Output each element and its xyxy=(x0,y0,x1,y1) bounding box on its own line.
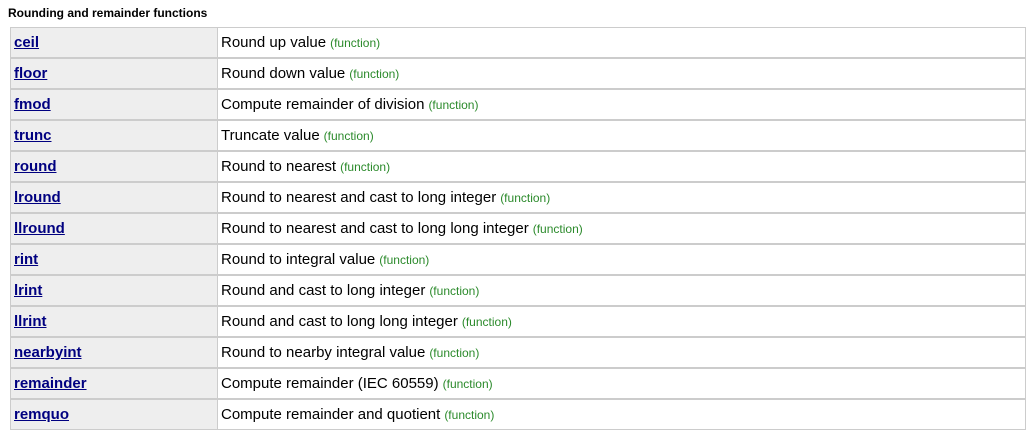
section-title: Rounding and remainder functions xyxy=(8,6,208,20)
table-row: llround Round to nearest and cast to lon… xyxy=(10,213,1026,244)
function-kind: (function) xyxy=(442,376,493,391)
function-kind: (function) xyxy=(330,35,381,50)
function-name-cell: rint xyxy=(10,244,217,275)
function-description-cell: Round and cast to long integer (function) xyxy=(217,275,1026,306)
function-description: Round to nearest and cast to long intege… xyxy=(221,188,497,206)
function-kind: (function) xyxy=(461,314,512,329)
table-row: round Round to nearest (function) xyxy=(10,151,1026,182)
function-description: Round to nearest and cast to long long i… xyxy=(221,219,529,237)
function-description: Compute remainder of division xyxy=(221,95,425,113)
function-link-lrint[interactable]: lrint xyxy=(14,282,42,299)
function-kind: (function) xyxy=(500,190,551,205)
function-description-cell: Round to integral value (function) xyxy=(217,244,1026,275)
function-description-cell: Round to nearby integral value (function) xyxy=(217,337,1026,368)
function-link-ceil[interactable]: ceil xyxy=(14,34,39,51)
function-description: Round and cast to long long integer xyxy=(221,312,458,330)
function-description-cell: Round to nearest and cast to long intege… xyxy=(217,182,1026,213)
table-row: ceil Round up value (function) xyxy=(10,27,1026,58)
function-name-cell: fmod xyxy=(10,89,217,120)
function-kind: (function) xyxy=(428,97,479,112)
function-description-cell: Round up value (function) xyxy=(217,27,1026,58)
table-row: trunc Truncate value (function) xyxy=(10,120,1026,151)
table-row: lrint Round and cast to long integer (fun… xyxy=(10,275,1026,306)
function-kind: (function) xyxy=(444,407,495,422)
function-link-floor[interactable]: floor xyxy=(14,65,47,82)
function-link-lround[interactable]: lround xyxy=(14,189,61,206)
function-name-cell: llrint xyxy=(10,306,217,337)
function-link-trunc[interactable]: trunc xyxy=(14,127,52,144)
function-link-fmod[interactable]: fmod xyxy=(14,96,51,113)
table-row: nearbyint Round to nearby integral value… xyxy=(10,337,1026,368)
function-name-cell: trunc xyxy=(10,120,217,151)
function-description-cell: Round and cast to long long integer (func… xyxy=(217,306,1026,337)
function-name-cell: nearbyint xyxy=(10,337,217,368)
function-description-cell: Compute remainder (IEC 60559) (function) xyxy=(217,368,1026,399)
function-description: Round and cast to long integer xyxy=(221,281,426,299)
table-row: remquo Compute remainder and quotient (fu… xyxy=(10,399,1026,430)
function-link-nearbyint[interactable]: nearbyint xyxy=(14,344,82,361)
function-description-cell: Round to nearest (function) xyxy=(217,151,1026,182)
table-row: lround Round to nearest and cast to long… xyxy=(10,182,1026,213)
function-name-cell: lround xyxy=(10,182,217,213)
function-description-cell: Compute remainder of division (function) xyxy=(217,89,1026,120)
function-name-cell: remquo xyxy=(10,399,217,430)
table-row: llrint Round and cast to long long integ… xyxy=(10,306,1026,337)
function-link-rint[interactable]: rint xyxy=(14,251,38,268)
function-link-remquo[interactable]: remquo xyxy=(14,406,69,423)
function-table-body: ceil Round up value (function) floor Roun… xyxy=(10,27,1026,430)
function-kind: (function) xyxy=(429,345,480,360)
function-description-cell: Round down value (function) xyxy=(217,58,1026,89)
function-link-llrint[interactable]: llrint xyxy=(14,313,47,330)
function-link-remainder[interactable]: remainder xyxy=(14,375,87,392)
table-row: fmod Compute remainder of division (funct… xyxy=(10,89,1026,120)
function-description: Compute remainder (IEC 60559) xyxy=(221,374,439,392)
function-name-cell: floor xyxy=(10,58,217,89)
function-description: Compute remainder and quotient xyxy=(221,405,441,423)
function-kind: (function) xyxy=(340,159,391,174)
function-description: Round to integral value xyxy=(221,250,376,268)
function-kind: (function) xyxy=(429,283,480,298)
function-description: Truncate value xyxy=(221,126,320,144)
function-name-cell: ceil xyxy=(10,27,217,58)
function-description-cell: Round to nearest and cast to long long i… xyxy=(217,213,1026,244)
function-name-cell: lrint xyxy=(10,275,217,306)
table-row: rint Round to integral value (function) xyxy=(10,244,1026,275)
function-kind: (function) xyxy=(323,128,374,143)
function-description-cell: Truncate value (function) xyxy=(217,120,1026,151)
function-name-cell: round xyxy=(10,151,217,182)
function-link-round[interactable]: round xyxy=(14,158,57,175)
function-kind: (function) xyxy=(532,221,583,236)
function-description: Round down value xyxy=(221,64,346,82)
function-kind: (function) xyxy=(349,66,400,81)
function-description: Round to nearest xyxy=(221,157,337,175)
function-kind: (function) xyxy=(379,252,430,267)
function-link-llround[interactable]: llround xyxy=(14,220,65,237)
function-description: Round to nearby integral value xyxy=(221,343,426,361)
page: Rounding and remainder functions ceil Ro… xyxy=(0,0,1034,432)
table-row: floor Round down value (function) xyxy=(10,58,1026,89)
table-row: remainder Compute remainder (IEC 60559)(… xyxy=(10,368,1026,399)
function-table: ceil Round up value (function) floor Roun… xyxy=(10,27,1026,430)
function-name-cell: llround xyxy=(10,213,217,244)
function-description: Round up value xyxy=(221,33,327,51)
function-description-cell: Compute remainder and quotient (function) xyxy=(217,399,1026,430)
function-name-cell: remainder xyxy=(10,368,217,399)
